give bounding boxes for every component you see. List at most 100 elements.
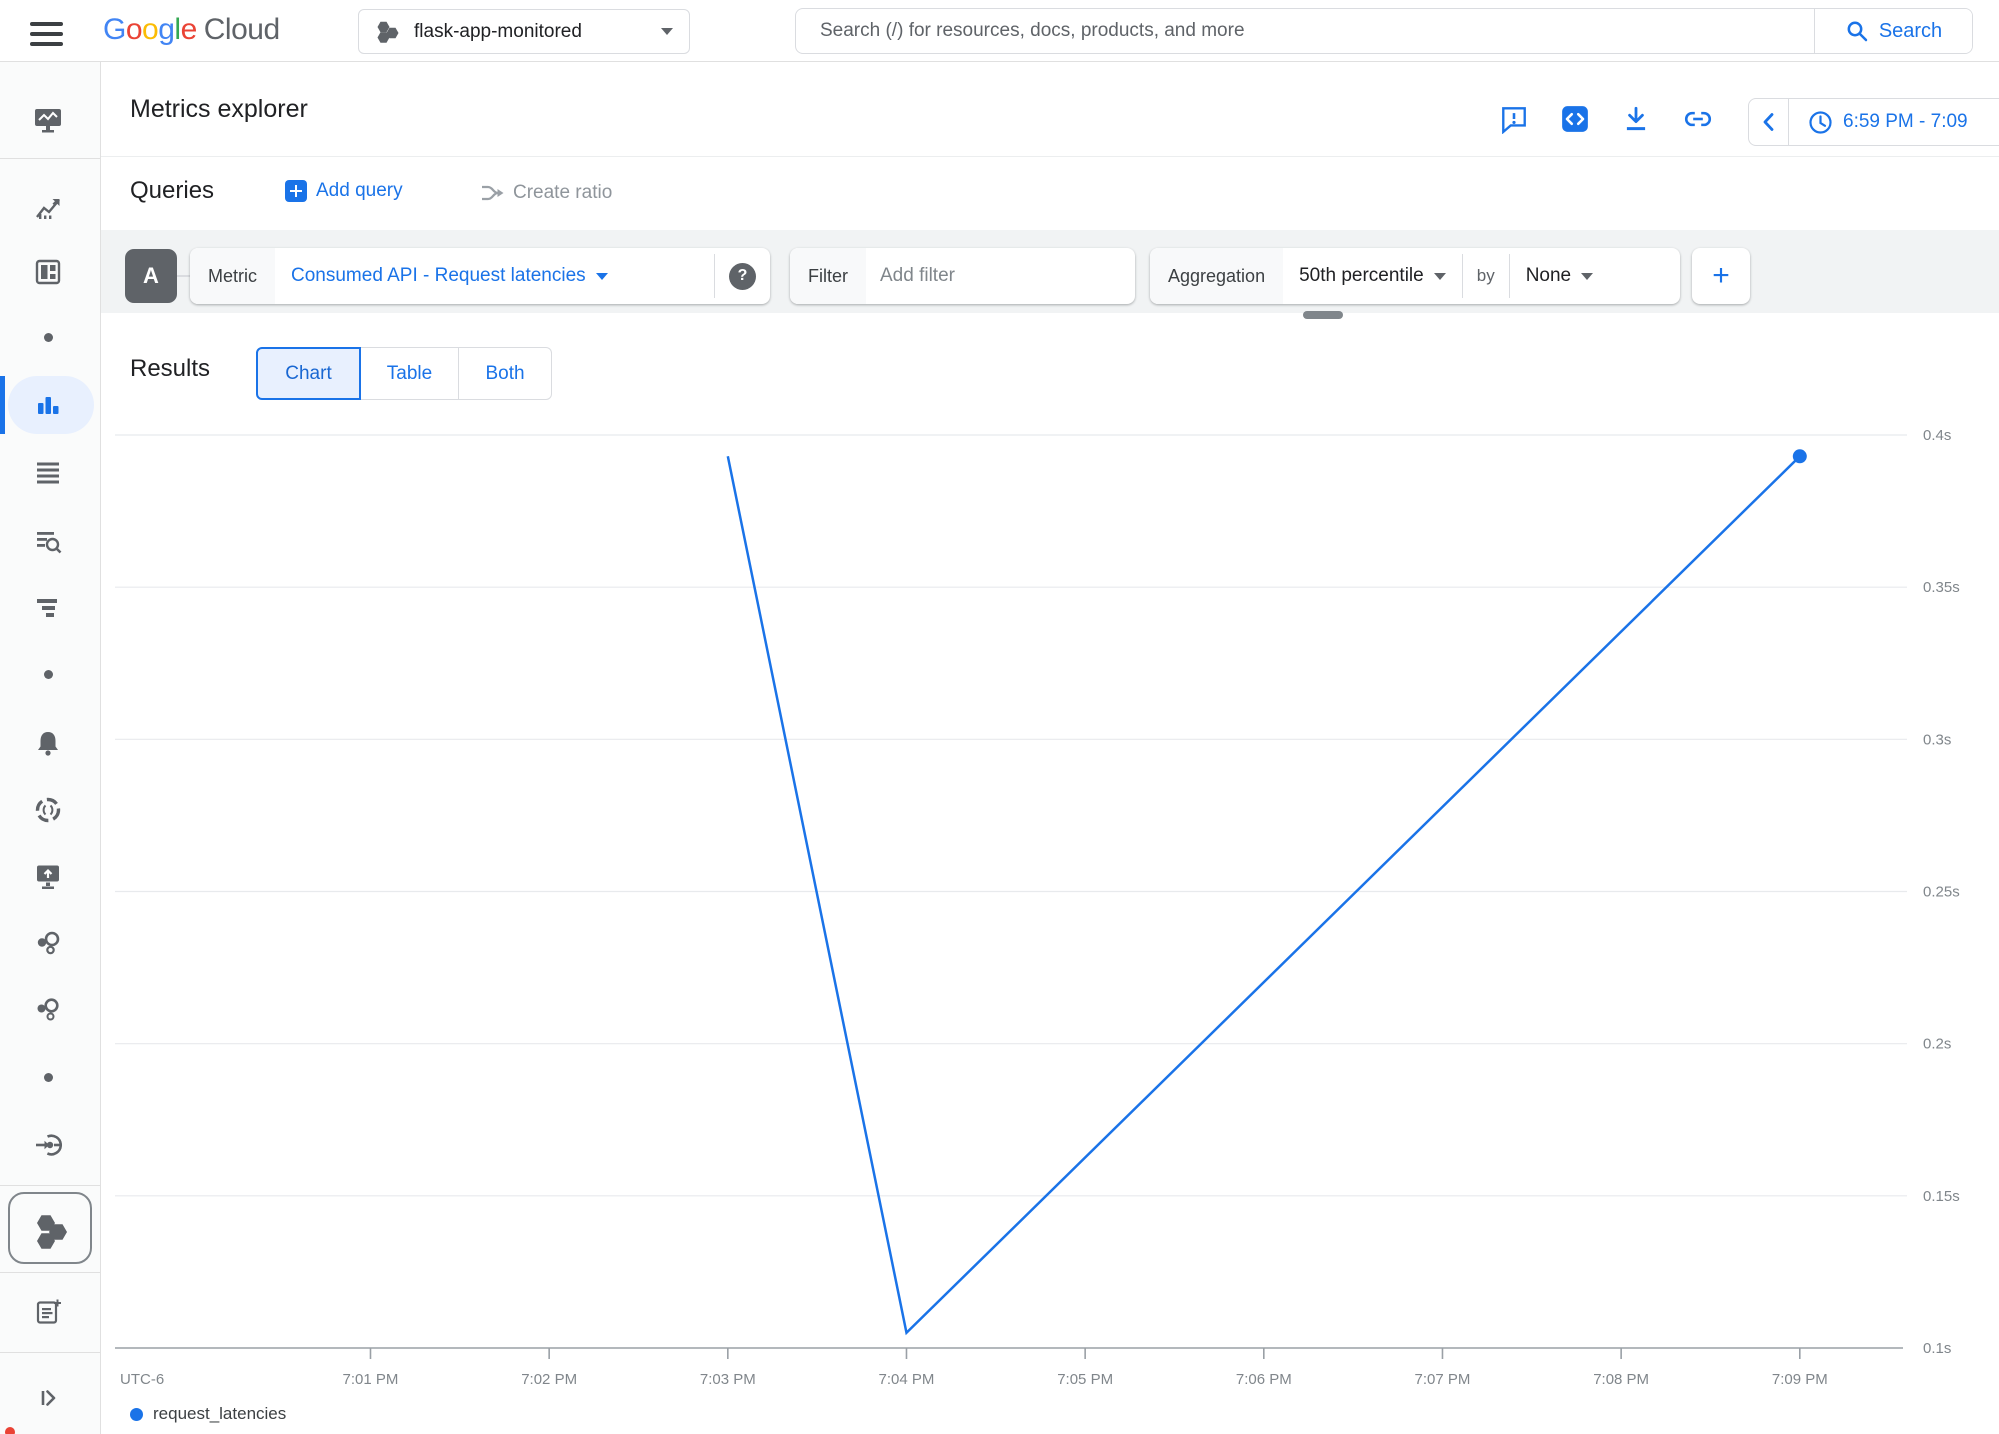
groups-icon[interactable] bbox=[34, 929, 62, 957]
metric-selector[interactable]: Consumed API - Request latencies bbox=[275, 248, 714, 304]
svg-text:7:06 PM: 7:06 PM bbox=[1236, 1371, 1292, 1388]
menu-icon[interactable] bbox=[30, 22, 64, 42]
svg-text:7:04 PM: 7:04 PM bbox=[879, 1371, 935, 1388]
metric-value: Consumed API - Request latencies bbox=[291, 265, 586, 287]
link-icon[interactable] bbox=[1683, 104, 1715, 136]
legend-item[interactable]: request_latencies bbox=[130, 1404, 286, 1424]
legend-label: request_latencies bbox=[153, 1404, 286, 1424]
time-range-label: 6:59 PM - 7:09 bbox=[1843, 111, 1968, 133]
dashboards-icon[interactable] bbox=[34, 258, 62, 286]
metric-chip: Metric Consumed API - Request latencies … bbox=[190, 248, 770, 304]
svg-text:7:01 PM: 7:01 PM bbox=[343, 1371, 399, 1388]
page-title: Metrics explorer bbox=[130, 62, 308, 157]
metrics-explorer-icon[interactable] bbox=[34, 391, 62, 419]
sidebar-dot-icon bbox=[44, 670, 53, 679]
create-ratio-button[interactable]: Create ratio bbox=[480, 180, 612, 206]
merge-arrow-icon bbox=[480, 180, 506, 206]
create-ratio-label: Create ratio bbox=[513, 182, 612, 204]
svg-text:7:03 PM: 7:03 PM bbox=[700, 1371, 756, 1388]
toggle-chart[interactable]: Chart bbox=[256, 347, 361, 400]
query-builder: A Metric Consumed API - Request latencie… bbox=[101, 230, 1999, 313]
topbar: GoogleCloud flask-app-monitored Search bbox=[0, 0, 1999, 62]
search-icon bbox=[1845, 19, 1869, 43]
chip-divider bbox=[714, 254, 715, 298]
toggle-both[interactable]: Both bbox=[459, 347, 552, 400]
add-query-label: Add query bbox=[316, 180, 403, 202]
logs-explorer-icon[interactable] bbox=[34, 528, 62, 556]
metric-chip-label: Metric bbox=[190, 248, 275, 304]
add-query-plus-icon bbox=[285, 180, 307, 202]
page-header: Metrics explorer 6:59 PM - 7:09 bbox=[101, 62, 1999, 157]
sidebar-divider bbox=[0, 1272, 100, 1273]
time-range-button[interactable]: 6:59 PM - 7:09 bbox=[1789, 109, 1968, 136]
by-label: by bbox=[1463, 248, 1509, 304]
results-view-toggle: Chart Table Both bbox=[256, 347, 552, 400]
search-button-label: Search bbox=[1879, 20, 1942, 43]
svg-text:7:07 PM: 7:07 PM bbox=[1415, 1371, 1471, 1388]
search-button[interactable]: Search bbox=[1814, 9, 1972, 53]
group-by-selector[interactable]: None bbox=[1510, 248, 1680, 304]
aggregation-chip: Aggregation 50th percentile by None bbox=[1150, 248, 1680, 304]
arrow-into-circle-icon[interactable] bbox=[34, 1131, 62, 1159]
toggle-table[interactable]: Table bbox=[361, 347, 459, 400]
sidebar bbox=[0, 62, 101, 1434]
group-by-value: None bbox=[1526, 265, 1571, 287]
filter-input[interactable] bbox=[866, 248, 1106, 304]
badge-connector bbox=[177, 275, 190, 277]
svg-text:0.1s: 0.1s bbox=[1923, 1340, 1951, 1357]
sidebar-dot-icon bbox=[44, 1073, 53, 1082]
feedback-icon[interactable] bbox=[1499, 104, 1531, 136]
aggregation-value: 50th percentile bbox=[1299, 265, 1424, 287]
uptime-checks-icon[interactable] bbox=[34, 862, 62, 890]
global-search: Search bbox=[795, 8, 1973, 54]
help-icon[interactable]: ? bbox=[729, 263, 756, 290]
svg-text:0.4s: 0.4s bbox=[1923, 427, 1951, 444]
chevron-left-icon[interactable] bbox=[1749, 99, 1789, 145]
svg-text:7:08 PM: 7:08 PM bbox=[1593, 1371, 1649, 1388]
code-icon[interactable] bbox=[1560, 104, 1592, 136]
query-letter-badge[interactable]: A bbox=[125, 249, 177, 303]
main-content: Metrics explorer 6:59 PM - 7:09 bbox=[101, 62, 1999, 1434]
project-caret-icon bbox=[661, 28, 673, 35]
sidebar-divider bbox=[0, 1352, 100, 1353]
recording-dot bbox=[5, 1427, 15, 1434]
svg-text:0.25s: 0.25s bbox=[1923, 884, 1960, 901]
panel-drag-handle[interactable] bbox=[1303, 311, 1343, 319]
release-notes-icon[interactable] bbox=[34, 1298, 62, 1326]
svg-text:7:05 PM: 7:05 PM bbox=[1057, 1371, 1113, 1388]
legend-dot-icon bbox=[130, 1408, 143, 1421]
svg-text:7:02 PM: 7:02 PM bbox=[521, 1371, 577, 1388]
project-hexagons-icon bbox=[375, 19, 401, 45]
hexagons-product-icon[interactable] bbox=[8, 1192, 92, 1264]
sidebar-selected-indicator bbox=[0, 376, 5, 434]
svg-text:0.3s: 0.3s bbox=[1923, 731, 1951, 748]
google-logo-brand: Google bbox=[103, 13, 197, 46]
svg-text:0.2s: 0.2s bbox=[1923, 1036, 1951, 1053]
google-logo-cloud: Cloud bbox=[204, 13, 280, 46]
metrics-management-icon[interactable] bbox=[34, 458, 62, 486]
download-icon[interactable] bbox=[1621, 104, 1653, 136]
add-aggregation-step-button[interactable]: + bbox=[1692, 248, 1750, 304]
alerting-icon[interactable] bbox=[34, 729, 62, 757]
metric-caret-icon bbox=[596, 273, 608, 280]
results-title: Results bbox=[130, 355, 210, 383]
queries-row: Queries Add query Create ratio bbox=[101, 158, 1999, 230]
aggregation-chip-label: Aggregation bbox=[1150, 248, 1283, 304]
svg-text:7:09 PM: 7:09 PM bbox=[1772, 1371, 1828, 1388]
clock-icon bbox=[1807, 109, 1834, 136]
expand-panel-icon[interactable] bbox=[34, 1384, 62, 1412]
chart-plot[interactable]: 0.4s0.35s0.3s0.25s0.2s0.15s0.1s7:01 PM7:… bbox=[101, 410, 1999, 1434]
services-icon[interactable] bbox=[34, 996, 62, 1024]
aggregation-selector[interactable]: 50th percentile bbox=[1283, 248, 1462, 304]
overview-icon[interactable] bbox=[34, 193, 62, 221]
search-input[interactable] bbox=[796, 9, 1814, 53]
integrations-icon[interactable] bbox=[34, 796, 62, 824]
add-query-button[interactable]: Add query bbox=[285, 180, 403, 202]
metrics-explorer-page: GoogleCloud flask-app-monitored Search bbox=[0, 0, 1999, 1434]
project-selector[interactable]: flask-app-monitored bbox=[358, 9, 690, 54]
results-row: Results Chart Table Both bbox=[101, 330, 1999, 410]
svg-text:0.35s: 0.35s bbox=[1923, 579, 1960, 596]
latency-chart: 0.4s0.35s0.3s0.25s0.2s0.15s0.1s7:01 PM7:… bbox=[101, 410, 1999, 1434]
monitoring-logo-icon[interactable] bbox=[34, 106, 62, 134]
trace-explorer-icon[interactable] bbox=[34, 594, 62, 622]
